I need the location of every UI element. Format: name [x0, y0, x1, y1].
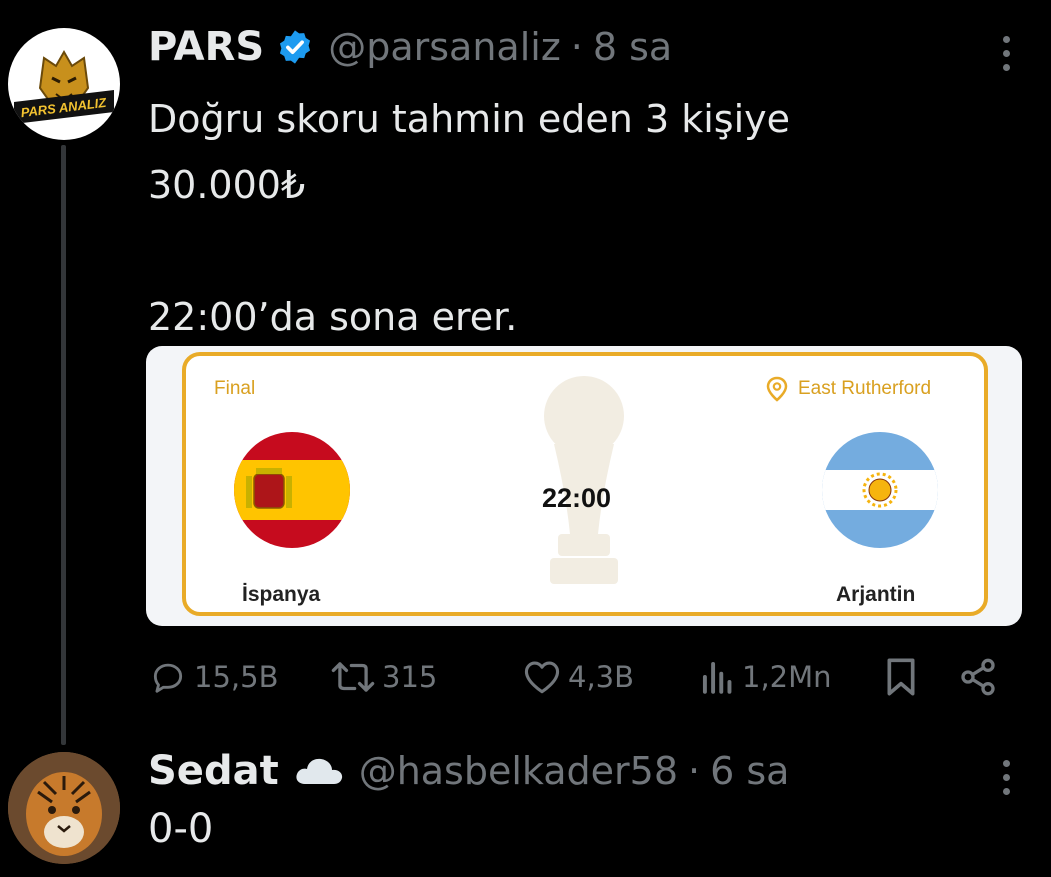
argentina-flag-icon [822, 432, 938, 548]
match-stage: Final [214, 378, 256, 399]
bookmark-button[interactable] [884, 652, 924, 702]
away-team-name: Arjantin [836, 583, 916, 606]
thread-connector-line [61, 145, 66, 745]
avatar[interactable]: PARS ANALIZ [8, 28, 120, 140]
reply-time[interactable]: 6 sa [710, 749, 789, 793]
views-button[interactable]: 1,2Mn [700, 652, 832, 702]
reply-author-handle[interactable]: @hasbelkader58 [359, 749, 678, 793]
bookmark-icon [887, 658, 915, 696]
reply-separator-dot: · [688, 749, 701, 793]
match-card-frame: Final East Rutherford İspanya 22:00 Arja… [182, 352, 988, 616]
share-icon [961, 658, 995, 696]
reply-count: 15,5B [194, 660, 279, 694]
verified-badge-icon [276, 28, 314, 66]
location-pin-icon [766, 376, 788, 406]
reply-icon [153, 663, 183, 693]
reply-text: 0-0 [148, 806, 214, 852]
tweet-action-bar: 15,5B 315 4,3B 1,2Mn [148, 652, 1008, 702]
match-card-image[interactable]: Final East Rutherford İspanya 22:00 Arja… [146, 346, 1022, 626]
reply-more-icon[interactable] [1003, 760, 1011, 795]
like-button[interactable]: 4,3B [522, 652, 634, 702]
author-handle[interactable]: @parsanaliz [328, 25, 561, 69]
tweet-time[interactable]: 8 sa [593, 25, 672, 69]
tweet-header: PARS @parsanaliz · 8 sa [148, 22, 672, 72]
like-icon [524, 661, 560, 694]
kickoff-time: 22:00 [542, 483, 612, 513]
match-venue: East Rutherford [798, 378, 932, 399]
spain-flag-icon [234, 432, 350, 548]
views-count: 1,2Mn [742, 660, 832, 694]
retweet-button[interactable]: 315 [330, 652, 437, 702]
tiger-avatar-image [8, 752, 120, 864]
more-icon[interactable] [1003, 36, 1011, 71]
separator-dot: · [570, 25, 583, 69]
reply-button[interactable]: 15,5B [148, 652, 278, 702]
tweet-text: Doğru skoru tahmin eden 3 kişiye 30.000₺… [148, 97, 790, 339]
retweet-icon [331, 662, 375, 692]
cloud-icon [293, 754, 345, 788]
retweet-count: 315 [382, 660, 438, 694]
reply-avatar[interactable] [8, 752, 120, 864]
like-count: 4,3B [568, 660, 635, 694]
reply-author-name[interactable]: Sedat [148, 748, 279, 794]
views-icon [702, 661, 732, 694]
pars-analiz-logo: PARS ANALIZ [14, 49, 114, 124]
author-name[interactable]: PARS [148, 24, 264, 70]
reply-header: Sedat @hasbelkader58 · 6 sa [148, 746, 789, 796]
share-button[interactable] [958, 652, 1004, 702]
home-team-name: İspanya [242, 583, 321, 606]
